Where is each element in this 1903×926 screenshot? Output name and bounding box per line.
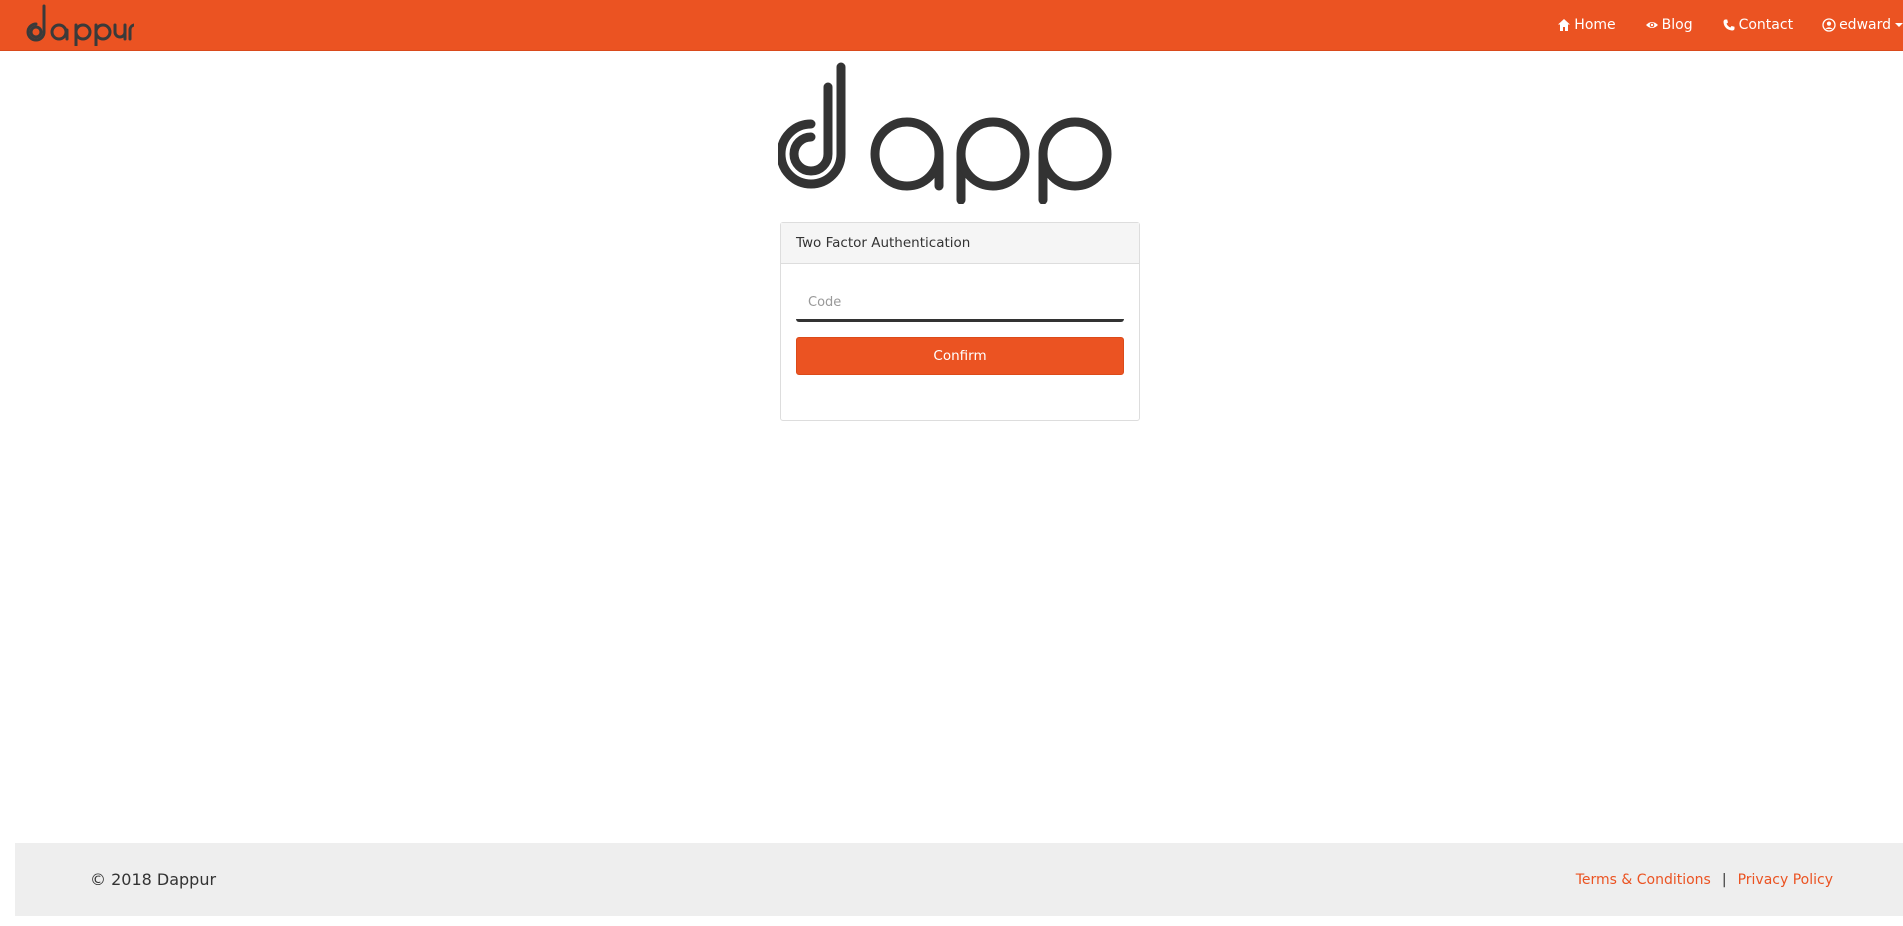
footer-separator: | [1721,871,1727,888]
nav-links: Home Blog Contact edward [1528,0,1903,50]
user-circle-icon [1822,18,1836,32]
terms-link[interactable]: Terms & Conditions [1576,872,1711,888]
user-menu-dropdown[interactable]: edward [1822,17,1903,33]
two-factor-panel: Two Factor Authentication Confirm [780,222,1140,421]
nav-contact-link[interactable]: Contact [1722,17,1793,33]
code-input[interactable] [796,286,1124,322]
panel-heading: Two Factor Authentication [781,223,1139,264]
copyright-text: © 2018 Dappur [90,870,217,889]
phone-icon [1722,18,1736,32]
nav-blog-link[interactable]: Blog [1645,17,1693,33]
home-icon [1557,18,1571,32]
footer: © 2018 Dappur Terms & Conditions | Priva… [15,843,1903,916]
nav-home-label: Home [1574,17,1616,33]
nav-blog-label: Blog [1661,17,1693,33]
privacy-link[interactable]: Privacy Policy [1738,872,1833,888]
panel-body: Confirm [781,264,1139,375]
chevron-down-icon [1895,23,1903,27]
user-name-label: edward [1839,17,1891,33]
confirm-button[interactable]: Confirm [796,337,1124,375]
top-navbar: Home Blog Contact edward [0,0,1903,51]
brand-logo[interactable] [24,4,134,46]
eye-icon [1645,18,1659,32]
nav-contact-label: Contact [1738,17,1794,33]
nav-home-link[interactable]: Home [1557,17,1616,33]
footer-links: Terms & Conditions | Privacy Policy [1576,843,1833,916]
dappur-logo [778,62,1112,204]
